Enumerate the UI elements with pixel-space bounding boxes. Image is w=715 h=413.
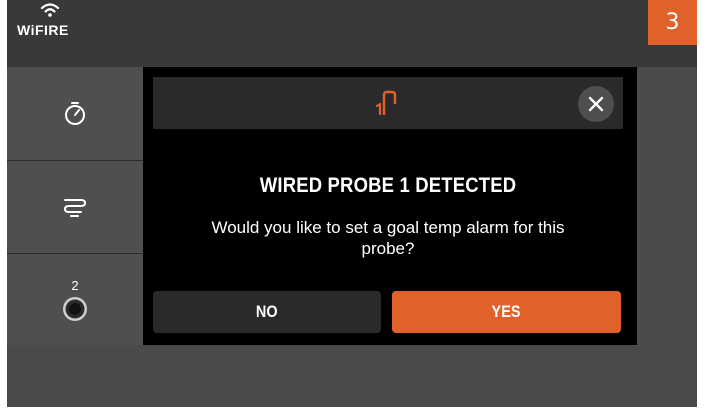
sidebar-item-probe[interactable]: 2 bbox=[7, 253, 143, 346]
close-icon bbox=[588, 96, 604, 112]
top-bar: WiFIRE bbox=[7, 0, 697, 67]
sidebar: 2 bbox=[7, 67, 143, 345]
no-button[interactable]: NO bbox=[153, 291, 381, 333]
probe-jack-icon bbox=[63, 297, 87, 321]
modal-overlay: WIRED PROBE 1 DETECTED Would you like to… bbox=[143, 67, 637, 345]
dialog-message: Would you like to set a goal temp alarm … bbox=[211, 218, 565, 258]
controller-screen: WiFIRE 2 WIRED PROBE 1 DETECTED Would yo… bbox=[7, 0, 697, 407]
timer-icon bbox=[65, 102, 85, 125]
probe-detected-dialog: WIRED PROBE 1 DETECTED Would you like to… bbox=[153, 77, 623, 335]
yes-button[interactable]: YES bbox=[392, 291, 621, 333]
dialog-header bbox=[153, 77, 623, 129]
wifi-icon bbox=[40, 3, 60, 17]
brand-logo: WiFIRE bbox=[17, 2, 87, 42]
close-button[interactable] bbox=[578, 86, 614, 122]
brand-name: WiFIRE bbox=[17, 22, 69, 38]
sidebar-item-timer[interactable] bbox=[7, 67, 143, 159]
probe-count: 2 bbox=[71, 278, 79, 293]
probe-1-icon bbox=[375, 90, 397, 116]
smoke-icon bbox=[63, 199, 87, 217]
no-button-label: NO bbox=[256, 302, 278, 321]
yes-button-label: YES bbox=[492, 302, 521, 321]
bottom-area bbox=[7, 345, 697, 407]
sidebar-item-smoke[interactable] bbox=[7, 160, 143, 253]
dialog-title: WIRED PROBE 1 DETECTED bbox=[259, 174, 517, 197]
step-badge: 3 bbox=[648, 0, 697, 45]
